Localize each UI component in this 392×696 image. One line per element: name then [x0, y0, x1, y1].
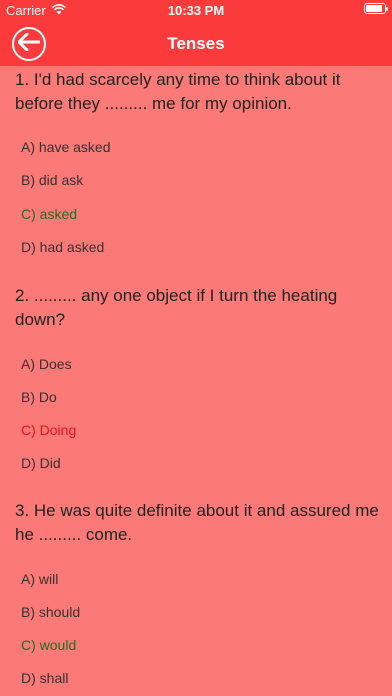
q1-option-c[interactable]: C) asked: [21, 206, 77, 222]
question-3-text: 3. He was quite definite about it and as…: [15, 501, 379, 544]
q3-option-a[interactable]: A) will: [21, 571, 58, 587]
q1-option-a[interactable]: A) have asked: [21, 139, 111, 155]
status-right: [364, 3, 388, 14]
q2-option-b[interactable]: B) Do: [21, 389, 57, 405]
nav-bar: Tenses: [0, 22, 392, 66]
battery-icon: [364, 3, 388, 14]
status-time: 10:33 PM: [167, 3, 225, 18]
q2-option-c[interactable]: C) Doing: [21, 422, 76, 438]
q3-option-d[interactable]: D) shall: [21, 670, 68, 686]
q2-option-a[interactable]: A) Does: [21, 356, 72, 372]
q1-option-d[interactable]: D) had asked: [21, 239, 104, 255]
q3-option-b[interactable]: B) should: [21, 604, 80, 620]
q2-option-d[interactable]: D) Did: [21, 455, 61, 471]
question-2-text: 2. ......... any one object if I turn th…: [15, 286, 338, 329]
q1-option-b[interactable]: B) did ask: [21, 172, 83, 188]
q3-option-c[interactable]: C) would: [21, 637, 76, 653]
question-1-text: 1. I'd had scarcely any time to think ab…: [15, 70, 341, 113]
page-title: Tenses: [167, 34, 225, 53]
status-bar: Carrier 10:33 PM: [0, 0, 392, 22]
